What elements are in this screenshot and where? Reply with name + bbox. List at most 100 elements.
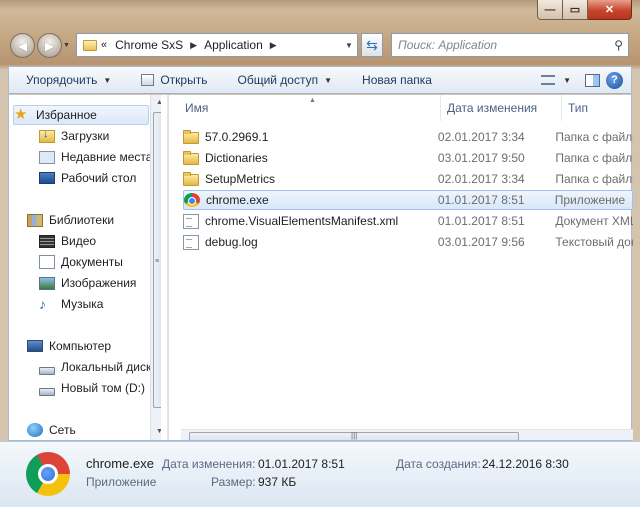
- grip-icon: |||: [351, 431, 358, 440]
- preview-pane-icon[interactable]: [585, 73, 600, 87]
- file-row[interactable]: Dictionaries 03.01.2017 9:50 Папка с фай…: [183, 148, 633, 168]
- minimize-button[interactable]: —: [537, 0, 563, 20]
- sidebar-item-label: Новый том (D:): [61, 381, 145, 395]
- file-row[interactable]: chrome.VisualElementsManifest.xml 01.01.…: [183, 211, 633, 231]
- sidebar-item-favorites[interactable]: ★ Избранное: [13, 105, 149, 125]
- sidebar-item-computer[interactable]: Компьютер: [27, 336, 111, 356]
- open-label: Открыть: [160, 73, 208, 87]
- file-list: Имя ▲ Дата изменения Тип 57.0.2969.1 02.…: [171, 95, 633, 440]
- maximize-button[interactable]: ▭: [563, 0, 588, 20]
- details-created-value: 24.12.2016 8:30: [482, 457, 569, 471]
- arrow-right-icon: ▶: [44, 38, 55, 53]
- sidebar-item-new-volume[interactable]: Новый том (D:): [39, 378, 145, 398]
- help-icon[interactable]: ?: [606, 71, 623, 89]
- refresh-icon: ⇆: [366, 36, 378, 53]
- column-label: Тип: [568, 101, 589, 115]
- column-header-name[interactable]: Имя ▲: [171, 95, 441, 121]
- file-name: SetupMetrics: [205, 172, 276, 186]
- sidebar-item-label: Компьютер: [49, 339, 112, 353]
- chrome-icon: [184, 193, 200, 207]
- chevron-down-icon: ▼: [324, 75, 333, 85]
- sidebar-item-label: Локальный диск: [61, 360, 152, 374]
- view-options-dropdown[interactable]: ▼: [563, 76, 571, 85]
- sidebar-item-label: Сеть: [49, 423, 76, 437]
- file-name: debug.log: [205, 235, 258, 249]
- file-name: Dictionaries: [205, 151, 268, 165]
- close-button[interactable]: ✕: [588, 0, 632, 20]
- sidebar-item-label: Загрузки: [61, 129, 110, 143]
- file-name: chrome.exe: [206, 193, 269, 207]
- file-row[interactable]: SetupMetrics 02.01.2017 3:34 Папка с фай…: [183, 169, 633, 189]
- xml-file-icon: [183, 213, 199, 229]
- star-icon: ★: [14, 106, 28, 123]
- details-created-label: Дата создания:: [396, 457, 481, 471]
- details-size-label: Размер:: [211, 475, 256, 489]
- file-row-selected[interactable]: chrome.exe 01.01.2017 8:51 Приложение: [183, 190, 633, 210]
- sidebar-item-desktop[interactable]: Рабочий стол: [39, 168, 136, 188]
- new-folder-label: Новая папка: [362, 73, 432, 87]
- sidebar-item-network[interactable]: Сеть: [27, 420, 76, 440]
- details-pane: chrome.exe Приложение Дата изменения: 01…: [0, 441, 640, 507]
- breadcrumb-overflow[interactable]: «: [101, 39, 107, 51]
- explorer-body: ★ Избранное Загрузки Недавние места Рабо…: [8, 95, 633, 441]
- folder-icon: [183, 172, 199, 186]
- share-button[interactable]: Общий доступ ▼: [228, 69, 341, 91]
- sidebar-item-music[interactable]: ♪ Музыка: [39, 294, 103, 314]
- file-row[interactable]: 57.0.2969.1 02.01.2017 3:34 Папка с файл…: [183, 127, 633, 147]
- open-button[interactable]: Открыть: [132, 69, 216, 91]
- details-file-kind: Приложение: [86, 475, 157, 489]
- change-view-icon[interactable]: [541, 75, 556, 85]
- folder-icon: [183, 130, 199, 144]
- new-folder-button[interactable]: Новая папка: [353, 69, 441, 91]
- file-date: 02.01.2017 3:34: [437, 130, 525, 144]
- sidebar-item-pictures[interactable]: Изображения: [39, 273, 136, 293]
- text-file-icon: [183, 234, 199, 250]
- breadcrumb-chevron-icon[interactable]: ▶: [270, 40, 277, 51]
- column-header-type[interactable]: Тип: [562, 95, 633, 121]
- address-dropdown-icon[interactable]: ▼: [341, 41, 357, 50]
- sidebar-item-documents[interactable]: Документы: [39, 252, 123, 272]
- file-type: Текстовый документ: [555, 235, 633, 249]
- column-label: Дата изменения: [447, 101, 538, 115]
- arrow-left-icon: ◀: [17, 38, 28, 53]
- sidebar-scrollbar[interactable]: ▲ ≡ ▼: [150, 95, 161, 440]
- file-type: Приложение: [554, 193, 626, 207]
- folder-icon: [83, 39, 97, 51]
- search-icon[interactable]: ⚲: [614, 38, 623, 52]
- file-date: 01.01.2017 8:51: [437, 193, 525, 207]
- sidebar-item-downloads[interactable]: Загрузки: [39, 126, 109, 146]
- organize-button[interactable]: Упорядочить ▼: [9, 69, 120, 91]
- folder-icon: [183, 151, 199, 165]
- sidebar-item-video[interactable]: Видео: [39, 231, 96, 251]
- search-box[interactable]: Поиск: Application ⚲: [391, 33, 629, 57]
- sidebar-item-libraries[interactable]: Библиотеки: [27, 210, 114, 230]
- search-placeholder: Поиск: Application: [398, 38, 498, 52]
- scroll-down-icon[interactable]: ▼: [151, 428, 161, 435]
- chevron-down-icon: ▼: [103, 75, 112, 85]
- refresh-button[interactable]: ⇆: [361, 33, 383, 57]
- music-icon: ♪: [39, 296, 46, 312]
- back-button[interactable]: ◀: [10, 33, 35, 58]
- column-label: Имя: [185, 101, 209, 115]
- breadcrumb-application[interactable]: Application: [204, 38, 263, 52]
- sidebar-item-local-disk[interactable]: Локальный диск: [39, 357, 151, 377]
- pane-splitter[interactable]: [167, 95, 169, 440]
- address-bar[interactable]: « Chrome SxS ▶ Application ▶ ▼: [76, 33, 358, 57]
- forward-button[interactable]: ▶: [37, 33, 62, 58]
- file-row[interactable]: debug.log 03.01.2017 9:56 Текстовый доку…: [183, 232, 633, 252]
- scroll-up-icon[interactable]: ▲: [151, 99, 161, 106]
- sidebar-item-recent-places[interactable]: Недавние места: [39, 147, 152, 167]
- file-type: Папка с файлами: [555, 172, 633, 186]
- column-header-date[interactable]: Дата изменения: [441, 95, 562, 121]
- file-type: Папка с файлами: [555, 130, 633, 144]
- sidebar-item-label: Недавние места: [61, 150, 153, 164]
- explorer-window: — ▭ ✕ ◀ ▶ ▼ « Chrome SxS ▶ Application ▶…: [0, 0, 640, 507]
- file-date: 03.01.2017 9:56: [437, 235, 525, 249]
- recent-pages-dropdown[interactable]: ▼: [63, 42, 70, 49]
- breadcrumb-chrome-sxs[interactable]: Chrome SxS: [115, 38, 183, 52]
- pictures-icon: [39, 276, 55, 290]
- sidebar-item-label: Изображения: [61, 276, 137, 290]
- file-list-horizontal-scrollbar[interactable]: |||: [181, 429, 633, 440]
- breadcrumb-chevron-icon[interactable]: ▶: [190, 40, 197, 51]
- desktop-icon: [39, 172, 55, 184]
